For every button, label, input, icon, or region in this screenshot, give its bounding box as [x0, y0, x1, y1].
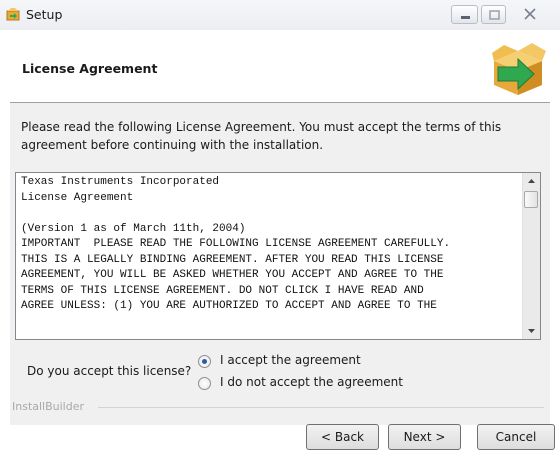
close-icon — [524, 8, 536, 20]
setup-app-icon — [6, 8, 20, 21]
scroll-up-icon — [528, 179, 535, 183]
page-title: License Agreement — [22, 61, 158, 76]
accept-option-label: I accept the agreement — [220, 353, 361, 367]
accept-radio[interactable] — [198, 355, 211, 368]
intro-text: Please read the following License Agreem… — [21, 120, 502, 152]
minimize-button[interactable] — [451, 5, 478, 24]
close-button[interactable] — [510, 5, 550, 24]
window-title: Setup — [26, 7, 63, 22]
cancel-button[interactable]: Cancel — [477, 424, 555, 450]
license-scrollbar[interactable] — [522, 173, 540, 339]
scroll-thumb[interactable] — [524, 191, 538, 208]
license-text: Texas Instruments Incorporated License A… — [21, 176, 451, 312]
decline-option-label: I do not accept the agreement — [220, 375, 403, 389]
install-box-arrow-icon — [492, 43, 546, 95]
footer-divider — [98, 407, 544, 408]
maximize-icon — [489, 10, 500, 20]
license-text-area[interactable]: Texas Instruments Incorporated License A… — [15, 172, 541, 340]
decline-radio[interactable] — [198, 377, 211, 390]
scroll-down-icon — [528, 329, 535, 333]
maximize-button[interactable] — [481, 5, 506, 24]
next-button[interactable]: Next > — [388, 424, 461, 450]
back-button[interactable]: < Back — [306, 424, 379, 450]
scroll-up-button[interactable] — [523, 173, 540, 190]
scroll-down-button[interactable] — [523, 322, 540, 339]
minimize-icon — [461, 16, 470, 19]
accept-question-label: Do you accept this license? — [27, 364, 192, 378]
installer-dialog: License Agreement Please read the follow… — [10, 30, 555, 450]
installbuilder-brand: InstallBuilder — [12, 400, 85, 413]
page-header: License Agreement — [10, 30, 550, 103]
title-bar: Setup — [0, 0, 560, 30]
